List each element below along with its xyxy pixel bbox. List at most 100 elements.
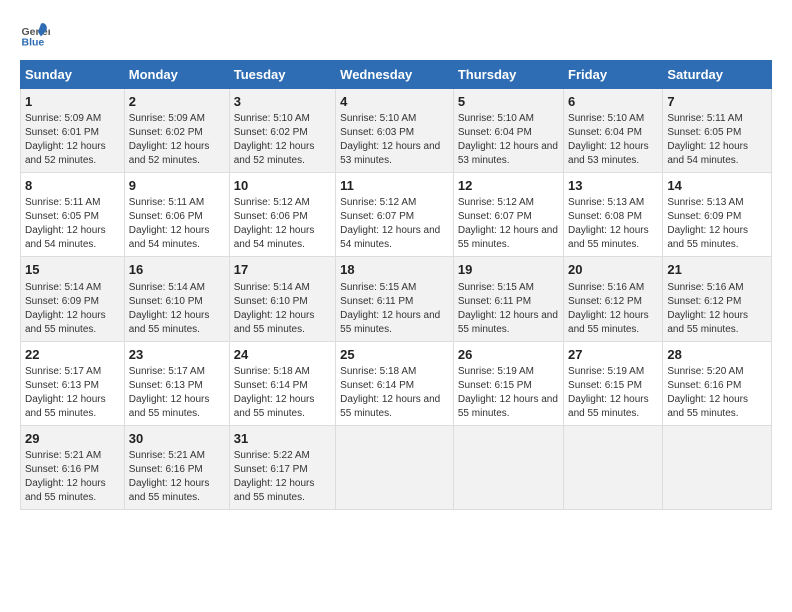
day-number: 21 bbox=[667, 261, 767, 279]
calendar-cell: 2Sunrise: 5:09 AM Sunset: 6:02 PM Daylig… bbox=[124, 89, 229, 173]
day-number: 27 bbox=[568, 346, 658, 364]
calendar-cell: 7Sunrise: 5:11 AM Sunset: 6:05 PM Daylig… bbox=[663, 89, 772, 173]
calendar-cell: 18 Sunrise: 5:15 AM Sunset: 6:11 PM Dayli… bbox=[336, 257, 454, 341]
day-number: 1 bbox=[25, 93, 120, 111]
calendar-week-row: 29Sunrise: 5:21 AM Sunset: 6:16 PM Dayli… bbox=[21, 425, 772, 509]
calendar-cell: 1Sunrise: 5:09 AM Sunset: 6:01 PM Daylig… bbox=[21, 89, 125, 173]
calendar-cell: 10Sunrise: 5:12 AM Sunset: 6:06 PM Dayli… bbox=[229, 173, 335, 257]
calendar-cell: 31Sunrise: 5:22 AM Sunset: 6:17 PM Dayli… bbox=[229, 425, 335, 509]
day-details: Sunrise: 5:20 AM Sunset: 6:16 PM Dayligh… bbox=[667, 365, 767, 421]
day-number: 9 bbox=[129, 177, 225, 195]
calendar-cell: 3Sunrise: 5:10 AM Sunset: 6:02 PM Daylig… bbox=[229, 89, 335, 173]
logo: General Blue bbox=[20, 20, 54, 50]
day-details: Sunrise: 5:12 AM Sunset: 6:06 PM Dayligh… bbox=[234, 196, 331, 252]
calendar-cell: 12Sunrise: 5:12 AM Sunset: 6:07 PM Dayli… bbox=[453, 173, 563, 257]
day-details: Sunrise: 5:11 AM Sunset: 6:06 PM Dayligh… bbox=[129, 196, 225, 252]
calendar-cell: 4Sunrise: 5:10 AM Sunset: 6:03 PM Daylig… bbox=[336, 89, 454, 173]
day-details: Sunrise: 5:10 AM Sunset: 6:03 PM Dayligh… bbox=[340, 112, 449, 168]
day-number: 26 bbox=[458, 346, 559, 364]
calendar-cell: 26Sunrise: 5:19 AM Sunset: 6:15 PM Dayli… bbox=[453, 341, 563, 425]
day-number: 17 bbox=[234, 261, 331, 279]
day-details: Sunrise: 5:11 AM Sunset: 6:05 PM Dayligh… bbox=[25, 196, 120, 252]
day-number: 8 bbox=[25, 177, 120, 195]
calendar-cell: 9Sunrise: 5:11 AM Sunset: 6:06 PM Daylig… bbox=[124, 173, 229, 257]
calendar-cell: 13Sunrise: 5:13 AM Sunset: 6:08 PM Dayli… bbox=[564, 173, 663, 257]
day-number: 22 bbox=[25, 346, 120, 364]
day-number: 31 bbox=[234, 430, 331, 448]
calendar-cell: 27Sunrise: 5:19 AM Sunset: 6:15 PM Dayli… bbox=[564, 341, 663, 425]
weekday-header-saturday: Saturday bbox=[663, 61, 772, 89]
calendar-cell: 30Sunrise: 5:21 AM Sunset: 6:16 PM Dayli… bbox=[124, 425, 229, 509]
day-number: 14 bbox=[667, 177, 767, 195]
calendar-cell: 21Sunrise: 5:16 AM Sunset: 6:12 PM Dayli… bbox=[663, 257, 772, 341]
day-details: Sunrise: 5:12 AM Sunset: 6:07 PM Dayligh… bbox=[458, 196, 559, 252]
calendar-cell bbox=[336, 425, 454, 509]
day-details: Sunrise: 5:21 AM Sunset: 6:16 PM Dayligh… bbox=[25, 449, 120, 505]
calendar-cell: 20 Sunrise: 5:16 AM Sunset: 6:12 PM Dayli… bbox=[564, 257, 663, 341]
day-details: Sunrise: 5:16 AM Sunset: 6:12 PM Dayligh… bbox=[568, 281, 658, 337]
day-details: Sunrise: 5:14 AM Sunset: 6:10 PM Dayligh… bbox=[129, 281, 225, 337]
day-details: Sunrise: 5:17 AM Sunset: 6:13 PM Dayligh… bbox=[129, 365, 225, 421]
calendar-cell: 19 Sunrise: 5:15 AM Sunset: 6:11 PM Dayli… bbox=[453, 257, 563, 341]
day-details: Sunrise: 5:21 AM Sunset: 6:16 PM Dayligh… bbox=[129, 449, 225, 505]
page-header: General Blue bbox=[20, 20, 772, 50]
calendar-table: SundayMondayTuesdayWednesdayThursdayFrid… bbox=[20, 60, 772, 510]
calendar-cell: 29Sunrise: 5:21 AM Sunset: 6:16 PM Dayli… bbox=[21, 425, 125, 509]
day-details: Sunrise: 5:13 AM Sunset: 6:08 PM Dayligh… bbox=[568, 196, 658, 252]
day-details: Sunrise: 5:13 AM Sunset: 6:09 PM Dayligh… bbox=[667, 196, 767, 252]
day-details: Sunrise: 5:10 AM Sunset: 6:02 PM Dayligh… bbox=[234, 112, 331, 168]
day-number: 6 bbox=[568, 93, 658, 111]
calendar-cell: 11Sunrise: 5:12 AM Sunset: 6:07 PM Dayli… bbox=[336, 173, 454, 257]
day-number: 7 bbox=[667, 93, 767, 111]
day-number: 29 bbox=[25, 430, 120, 448]
calendar-cell bbox=[663, 425, 772, 509]
day-number: 18 bbox=[340, 261, 449, 279]
calendar-cell: 6Sunrise: 5:10 AM Sunset: 6:04 PM Daylig… bbox=[564, 89, 663, 173]
day-details: Sunrise: 5:09 AM Sunset: 6:02 PM Dayligh… bbox=[129, 112, 225, 168]
day-number: 19 bbox=[458, 261, 559, 279]
day-details: Sunrise: 5:11 AM Sunset: 6:05 PM Dayligh… bbox=[667, 112, 767, 168]
calendar-week-row: 15Sunrise: 5:14 AM Sunset: 6:09 PM Dayli… bbox=[21, 257, 772, 341]
day-details: Sunrise: 5:10 AM Sunset: 6:04 PM Dayligh… bbox=[568, 112, 658, 168]
calendar-cell: 16 Sunrise: 5:14 AM Sunset: 6:10 PM Dayli… bbox=[124, 257, 229, 341]
weekday-header-monday: Monday bbox=[124, 61, 229, 89]
day-details: Sunrise: 5:10 AM Sunset: 6:04 PM Dayligh… bbox=[458, 112, 559, 168]
calendar-cell: 5Sunrise: 5:10 AM Sunset: 6:04 PM Daylig… bbox=[453, 89, 563, 173]
day-details: Sunrise: 5:14 AM Sunset: 6:09 PM Dayligh… bbox=[25, 281, 120, 337]
weekday-header-friday: Friday bbox=[564, 61, 663, 89]
day-details: Sunrise: 5:15 AM Sunset: 6:11 PM Dayligh… bbox=[458, 281, 559, 337]
day-details: Sunrise: 5:12 AM Sunset: 6:07 PM Dayligh… bbox=[340, 196, 449, 252]
calendar-cell: 23Sunrise: 5:17 AM Sunset: 6:13 PM Dayli… bbox=[124, 341, 229, 425]
calendar-cell: 22Sunrise: 5:17 AM Sunset: 6:13 PM Dayli… bbox=[21, 341, 125, 425]
day-number: 30 bbox=[129, 430, 225, 448]
day-number: 10 bbox=[234, 177, 331, 195]
logo-icon: General Blue bbox=[20, 20, 50, 50]
day-number: 23 bbox=[129, 346, 225, 364]
calendar-cell: 17 Sunrise: 5:14 AM Sunset: 6:10 PM Dayli… bbox=[229, 257, 335, 341]
calendar-cell: 15Sunrise: 5:14 AM Sunset: 6:09 PM Dayli… bbox=[21, 257, 125, 341]
weekday-header-wednesday: Wednesday bbox=[336, 61, 454, 89]
day-details: Sunrise: 5:19 AM Sunset: 6:15 PM Dayligh… bbox=[458, 365, 559, 421]
weekday-header-sunday: Sunday bbox=[21, 61, 125, 89]
day-number: 2 bbox=[129, 93, 225, 111]
calendar-cell bbox=[453, 425, 563, 509]
day-number: 28 bbox=[667, 346, 767, 364]
day-number: 16 bbox=[129, 261, 225, 279]
day-number: 25 bbox=[340, 346, 449, 364]
day-number: 5 bbox=[458, 93, 559, 111]
day-number: 3 bbox=[234, 93, 331, 111]
calendar-cell: 28Sunrise: 5:20 AM Sunset: 6:16 PM Dayli… bbox=[663, 341, 772, 425]
day-details: Sunrise: 5:14 AM Sunset: 6:10 PM Dayligh… bbox=[234, 281, 331, 337]
day-number: 13 bbox=[568, 177, 658, 195]
day-details: Sunrise: 5:09 AM Sunset: 6:01 PM Dayligh… bbox=[25, 112, 120, 168]
calendar-cell bbox=[564, 425, 663, 509]
day-details: Sunrise: 5:22 AM Sunset: 6:17 PM Dayligh… bbox=[234, 449, 331, 505]
day-details: Sunrise: 5:15 AM Sunset: 6:11 PM Dayligh… bbox=[340, 281, 449, 337]
day-number: 12 bbox=[458, 177, 559, 195]
weekday-header-tuesday: Tuesday bbox=[229, 61, 335, 89]
day-number: 11 bbox=[340, 177, 449, 195]
day-details: Sunrise: 5:18 AM Sunset: 6:14 PM Dayligh… bbox=[234, 365, 331, 421]
day-details: Sunrise: 5:17 AM Sunset: 6:13 PM Dayligh… bbox=[25, 365, 120, 421]
day-number: 20 bbox=[568, 261, 658, 279]
svg-text:Blue: Blue bbox=[22, 37, 45, 49]
